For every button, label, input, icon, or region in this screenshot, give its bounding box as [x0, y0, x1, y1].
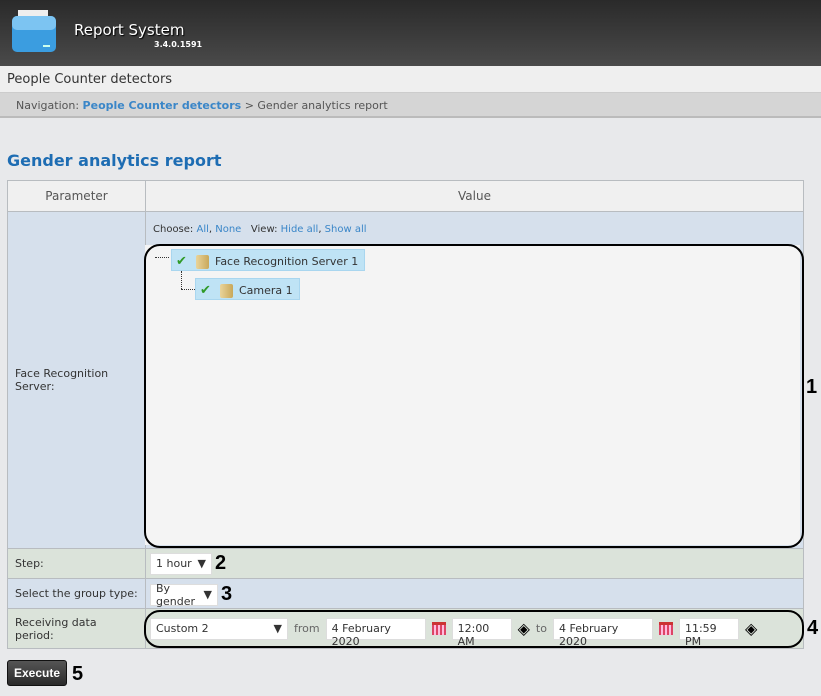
choose-all-link[interactable]: All [196, 224, 208, 235]
choose-label: Choose: [153, 224, 194, 235]
callout-number: 1 [806, 376, 818, 398]
group-type-value: By gender [156, 581, 195, 608]
execute-button[interactable]: Execute [7, 660, 68, 686]
show-all-link[interactable]: Show all [325, 224, 367, 235]
callout-number: 4 [807, 617, 819, 639]
group-type-label: Select the group type: [7, 578, 146, 609]
page-title: Gender analytics report [7, 151, 222, 170]
dropdown-arrow-icon: ▼ [197, 557, 206, 570]
callout-outline-1 [144, 244, 804, 548]
step-label: Step: [7, 548, 146, 579]
period-label: Receiving data period: [7, 608, 146, 649]
choose-none-link[interactable]: None [215, 224, 241, 235]
step-value: 1 hour [156, 557, 192, 570]
dropdown-arrow-icon: ▼ [203, 588, 212, 601]
step-select[interactable]: 1 hour ▼ [150, 552, 212, 575]
group-type-select[interactable]: By gender ▼ [150, 581, 218, 608]
column-header-value: Value [145, 180, 804, 212]
callout-number: 2 [215, 552, 227, 574]
callout-outline-4 [144, 610, 804, 648]
callout-number: 3 [221, 583, 233, 605]
column-header-parameter: Parameter [7, 180, 146, 212]
section-title: People Counter detectors [0, 66, 821, 93]
breadcrumb-prefix: Navigation: [16, 99, 80, 112]
callout-number: 5 [72, 663, 84, 685]
breadcrumb-current: Gender analytics report [257, 99, 388, 112]
breadcrumb: Navigation: People Counter detectors > G… [0, 93, 821, 118]
breadcrumb-link-people-counter[interactable]: People Counter detectors [83, 99, 242, 112]
report-folder-logo-icon [12, 10, 56, 52]
hide-all-link[interactable]: Hide all [281, 224, 319, 235]
app-title: Report System [74, 21, 185, 39]
view-label: View: [250, 224, 278, 235]
breadcrumb-separator: > [244, 99, 254, 112]
app-header: Report System 3.4.0.1591 [0, 0, 821, 66]
app-version: 3.4.0.1591 [154, 40, 203, 49]
server-label: Face Recognition Server: [7, 211, 146, 549]
